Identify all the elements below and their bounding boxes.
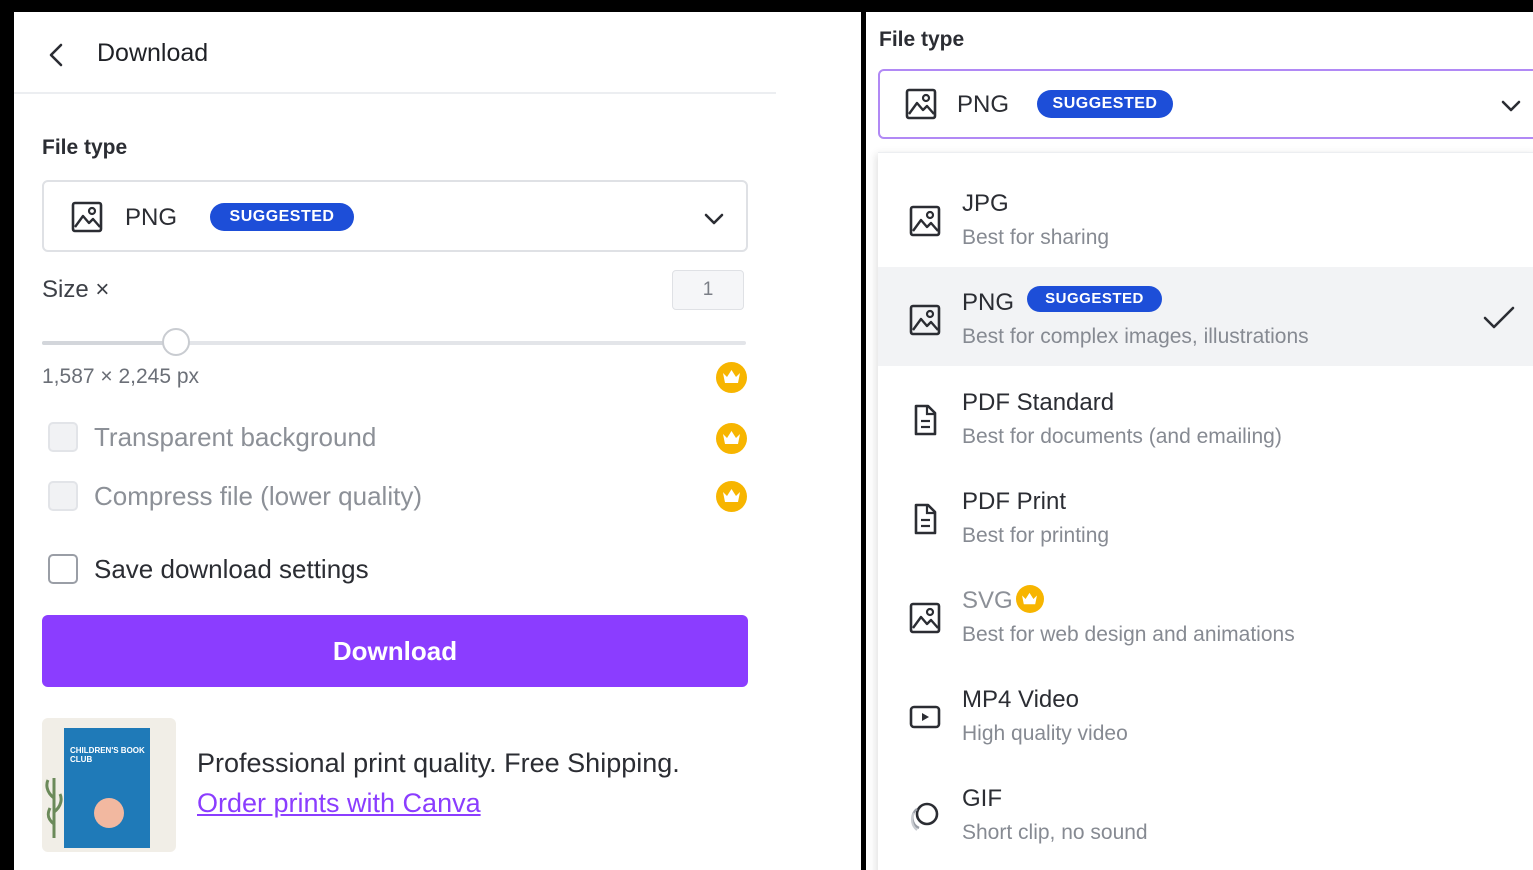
option-description: Best for complex images, illustrations xyxy=(962,325,1309,348)
image-icon xyxy=(909,304,941,336)
size-input[interactable]: 1 xyxy=(672,270,744,310)
option-title: JPG xyxy=(962,190,1009,217)
suggested-badge: SUGGESTED xyxy=(1027,286,1162,312)
suggested-badge: SUGGESTED xyxy=(1037,90,1173,118)
option-mp4-video[interactable]: MP4 Video High quality video xyxy=(878,664,1533,763)
save-download-settings-option[interactable]: Save download settings xyxy=(48,554,408,586)
option-gif[interactable]: GIF Short clip, no sound xyxy=(878,763,1533,862)
option-title: PNG xyxy=(962,289,1015,316)
size-label: Size × xyxy=(42,276,110,303)
option-svg[interactable]: SVG Best for web design and animations xyxy=(878,565,1533,664)
download-panel: Download File type PNG SUGGESTED Size × … xyxy=(14,12,861,870)
chevron-down-icon xyxy=(1501,100,1521,112)
print-thumbnail[interactable]: CHILDREN'S BOOK CLUB xyxy=(42,718,176,852)
file-type-value: PNG xyxy=(957,91,1010,118)
video-icon xyxy=(909,705,941,729)
option-description: Best for documents (and emailing) xyxy=(962,425,1282,448)
page-title: Download xyxy=(97,39,209,67)
file-type-select-open[interactable]: PNG SUGGESTED xyxy=(878,69,1533,139)
transparent-background-option[interactable]: Transparent background xyxy=(48,422,408,454)
poster-title: CHILDREN'S BOOK CLUB xyxy=(70,746,145,764)
dimensions-text: 1,587 × 2,245 px xyxy=(42,365,200,388)
checkmark-icon xyxy=(1483,306,1515,329)
option-title: MP4 Video xyxy=(962,686,1079,713)
image-icon xyxy=(905,88,937,120)
order-prints-link[interactable]: Order prints with Canva xyxy=(197,788,481,819)
option-pdf-standard[interactable]: PDF Standard Best for documents (and ema… xyxy=(878,367,1533,466)
file-type-select[interactable]: PNG SUGGESTED xyxy=(42,180,748,252)
size-slider[interactable] xyxy=(42,328,746,356)
option-png[interactable]: PNG SUGGESTED Best for complex images, i… xyxy=(878,267,1533,366)
document-icon xyxy=(914,404,937,436)
option-title: SVG xyxy=(962,587,1013,614)
back-arrow-icon[interactable] xyxy=(42,40,72,70)
image-icon xyxy=(909,205,941,237)
download-button[interactable]: Download xyxy=(42,615,748,687)
size-slider-thumb[interactable] xyxy=(161,328,190,356)
premium-crown-icon xyxy=(716,362,747,393)
plant-decoration xyxy=(45,778,63,838)
file-type-dropdown-panel: File type PNG SUGGESTED JPG Best for sha… xyxy=(866,12,1533,870)
option-title: GIF xyxy=(962,785,1002,812)
premium-crown-icon xyxy=(1016,585,1044,613)
gif-icon xyxy=(911,802,939,831)
premium-crown-icon xyxy=(716,481,747,512)
option-description: Short clip, no sound xyxy=(962,821,1148,844)
image-icon xyxy=(71,201,103,233)
premium-crown-icon xyxy=(716,423,747,454)
document-icon xyxy=(914,503,937,535)
panel-header: Download xyxy=(14,12,776,94)
option-jpg[interactable]: JPG Best for sharing xyxy=(878,168,1533,267)
option-title: PDF Print xyxy=(962,488,1067,515)
chevron-down-icon xyxy=(704,213,724,225)
option-description: Best for web design and animations xyxy=(962,623,1295,646)
suggested-badge: SUGGESTED xyxy=(210,203,354,231)
poster-image: CHILDREN'S BOOK CLUB xyxy=(64,728,150,848)
option-title: PDF Standard xyxy=(962,389,1115,416)
save-download-settings-label: Save download settings xyxy=(94,554,369,584)
option-description: High quality video xyxy=(962,722,1128,745)
file-type-options-list: JPG Best for sharing PNG SUGGESTED Best … xyxy=(878,152,1533,870)
save-download-settings-checkbox[interactable] xyxy=(48,554,78,584)
file-type-label: File type xyxy=(42,136,128,159)
transparent-background-label: Transparent background xyxy=(94,422,377,452)
file-type-value: PNG xyxy=(125,204,178,231)
option-description: Best for printing xyxy=(962,524,1110,547)
compress-file-checkbox[interactable] xyxy=(48,481,78,511)
compress-file-option[interactable]: Compress file (lower quality) xyxy=(48,481,468,513)
file-type-label: File type xyxy=(879,28,965,51)
image-icon xyxy=(909,602,941,634)
print-promo-text: Professional print quality. Free Shippin… xyxy=(197,748,680,778)
option-pdf-print[interactable]: PDF Print Best for printing xyxy=(878,466,1533,565)
option-description: Best for sharing xyxy=(962,226,1110,249)
compress-file-label: Compress file (lower quality) xyxy=(94,481,422,511)
size-slider-fill xyxy=(42,341,176,345)
transparent-background-checkbox[interactable] xyxy=(48,422,78,452)
poster-illustration xyxy=(94,798,124,828)
